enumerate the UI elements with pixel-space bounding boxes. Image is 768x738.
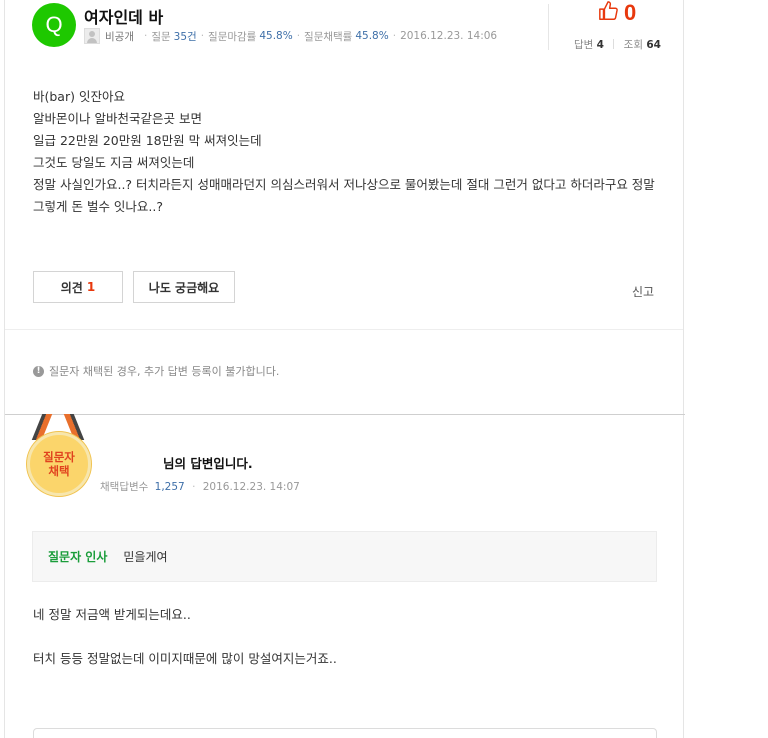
adopted-answers-label: 채택답변수 [100,481,149,493]
exclamation-icon: ! [33,365,44,377]
answers-count: 4 [596,39,604,51]
me-too-curious-button[interactable]: 나도 궁금해요 [133,271,235,303]
opinion-label: 의견 [60,280,83,295]
like-count: 0 [624,0,637,25]
views-count: 64 [646,39,661,51]
answer-meta: 채택답변수 1,257 · 2016.12.23. 14:07 [100,481,300,493]
question-title[interactable]: 여자인데 바 [84,4,163,28]
opinion-count: 1 [86,280,96,294]
thumbs-up-icon [598,0,620,26]
answer-title: 님의 답변입니다. [163,456,253,471]
stat-adopt-rate-value: 45.8% [355,30,389,42]
answer-body: 네 정말 저금액 받게되는데요.. 터치 등등 정말없는데 이미지때문에 많이 … [33,604,337,692]
question-body-line: 정말 사실인가요..? 터치라든지 성매매라던지 의심스러워서 저나상으로 물어… [33,177,655,214]
stat-questions-value: 35건 [173,30,197,43]
answer-date: 2016.12.23. 14:07 [202,481,300,493]
like-button[interactable]: 0 [598,0,636,26]
question-body: 바(bar) 잇잔아요 알바몬이나 알바천국같은곳 보면 일급 22만원 20만… [33,86,663,218]
answer-body-line: 터치 등등 정말없는데 이미지때문에 많이 망설여지는거죠.. [33,651,337,666]
adoption-notice: ! 질문자 채택된 경우, 추가 답변 등록이 불가합니다. [33,363,279,379]
stat-adopt-rate-label: 질문채택률 [304,30,353,43]
adopted-answers-count: 1,257 [154,481,185,493]
medal-line-1: 질문자 [43,450,75,464]
adopted-medal-icon: 질문자 채택 [23,414,95,498]
header-divider [548,4,549,50]
medal-line-2: 채택 [48,464,70,478]
qna-content: Q 여자인데 바 비공개 · 질문 35건 · 질문마감률 45.8% · 질문… [4,0,685,738]
opinion-button[interactable]: 의견 1 [33,271,123,303]
stat-close-rate-label: 질문마감률 [208,30,257,43]
greeting-label: 질문자 인사 [48,550,108,564]
divider [5,329,683,330]
report-link[interactable]: 신고 [632,283,654,300]
section-divider [5,414,685,415]
answer-body-line: 네 정말 저금액 받게되는데요.. [33,607,191,622]
user-avatar-icon [84,28,100,44]
question-body-line: 바(bar) 잇잔아요 [33,89,125,104]
stat-close-rate-value: 45.8% [259,30,293,42]
notice-text: 질문자 채택된 경우, 추가 답변 등록이 불가합니다. [49,365,280,378]
answer-view-stats: 답변 4 조회 64 [574,37,661,52]
question-author: 비공개 [105,30,134,43]
greeting-text: 믿을게여 [123,550,168,564]
question-body-line: 그것도 당일도 지금 써져잇는데 [33,155,195,170]
stat-questions-label: 질문 [151,30,171,43]
views-label: 조회 [623,39,643,51]
question-badge: Q [32,3,76,47]
questioner-greeting: 질문자 인사 믿을게여 [32,531,657,582]
question-date: 2016.12.23. 14:06 [400,30,498,42]
question-meta: 비공개 · 질문 35건 · 질문마감률 45.8% · 질문채택률 45.8%… [84,28,497,44]
comment-box[interactable] [33,728,657,738]
question-body-line: 일급 22만원 20만원 18만원 막 써져잇는데 [33,133,262,148]
answers-label: 답변 [574,39,594,51]
question-body-line: 알바몬이나 알바천국같은곳 보면 [33,111,202,126]
